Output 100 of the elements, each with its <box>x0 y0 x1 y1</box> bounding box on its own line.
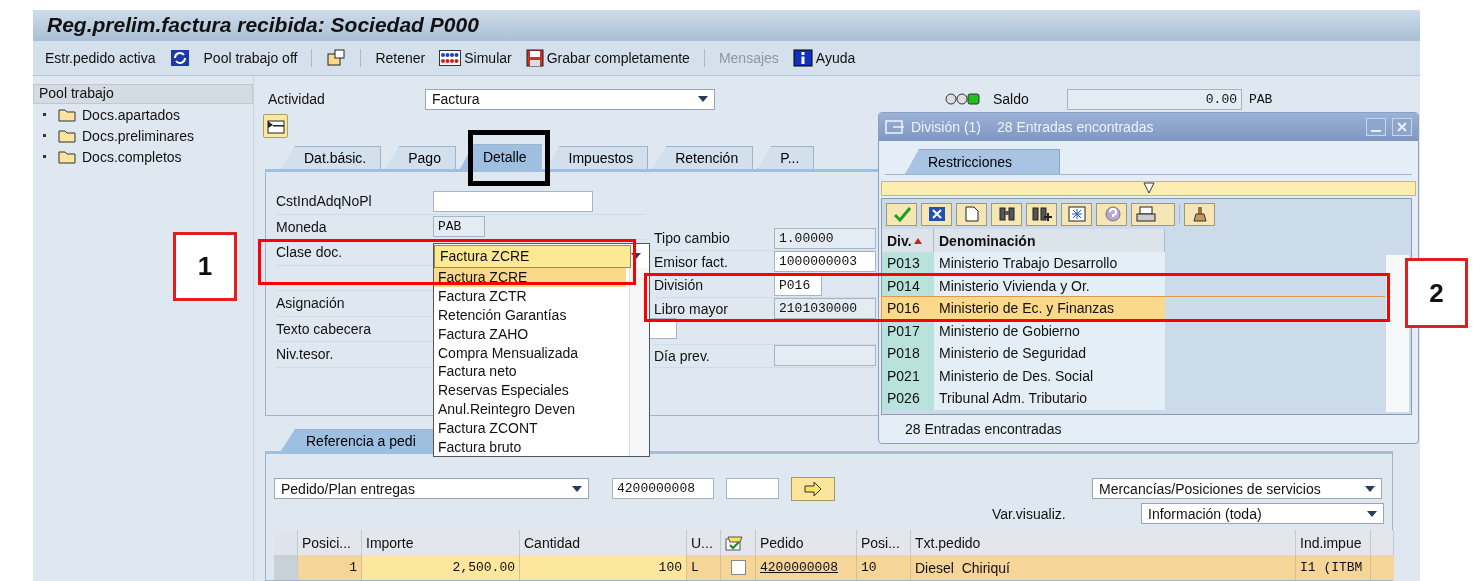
minimize-icon <box>1371 130 1381 132</box>
tab[interactable]: Pago <box>385 146 456 169</box>
close-icon <box>1397 122 1407 132</box>
column-header[interactable]: Posici... <box>298 530 362 555</box>
minimize-button[interactable] <box>1366 118 1386 136</box>
dropdown-option[interactable]: Factura neto <box>434 362 626 381</box>
tree-item[interactable]: Docs.completos <box>82 148 182 165</box>
dialog-subtitle: 28 Entradas encontradas <box>997 119 1154 135</box>
table-row[interactable]: 1 2,500.00 100 L 4200000008 10 Diesel Chiriquí I1 (ITBM <box>274 555 1394 580</box>
checklist-icon <box>725 534 743 551</box>
column-header[interactable]: Ind.impue <box>1296 530 1371 555</box>
window-title: Reg.prelim.factura recibida: Sociedad P000 <box>47 13 479 38</box>
dropdown-option[interactable]: Anul.Reintegro Deven <box>434 399 626 419</box>
field-label: Día prev. <box>654 347 711 364</box>
table-cell: Ministerio de Seguridad <box>934 342 1165 365</box>
new-page-button[interactable] <box>956 202 987 226</box>
column-header[interactable]: Pedido <box>756 530 857 555</box>
clear-button[interactable] <box>1184 202 1215 226</box>
toolbar-button[interactable]: Grabar completamente <box>525 49 690 68</box>
tab[interactable]: Retención <box>652 146 754 169</box>
sparkle-button[interactable] <box>1061 202 1092 226</box>
tab[interactable]: Detalle <box>459 144 542 169</box>
dropdown-option[interactable]: Retención Garantías <box>434 305 626 325</box>
dots-grid-icon <box>439 50 462 67</box>
input-field[interactable] <box>726 478 779 499</box>
layout-button[interactable] <box>263 114 288 138</box>
input-field[interactable] <box>433 190 593 212</box>
sparkle-page-icon <box>1067 206 1086 222</box>
column-header[interactable] <box>721 530 756 555</box>
view-type-select[interactable]: Mercancías/Posiciones de servicios <box>1092 478 1382 499</box>
folder-icon <box>58 149 76 164</box>
column-header[interactable]: Importe <box>362 530 520 555</box>
column-header[interactable]: U... <box>687 530 721 555</box>
column-header[interactable]: Denominación <box>934 229 1165 252</box>
field-label: Clase doc. <box>276 244 344 261</box>
toolbar-button[interactable]: Simular <box>439 50 512 67</box>
execute-button[interactable] <box>791 476 835 501</box>
list-row[interactable]: P018 Ministerio de Seguridad <box>882 342 1411 365</box>
dialog-title: División (1) <box>911 119 981 135</box>
table-cell: 2,500.00 <box>362 555 520 580</box>
currency-label: PAB <box>1249 91 1273 107</box>
caret-icon <box>572 485 582 492</box>
dialog-icon <box>885 120 905 134</box>
help-icon <box>1102 206 1121 222</box>
help-button[interactable] <box>1096 202 1127 226</box>
close-icon <box>927 206 946 222</box>
toolbar-button[interactable]: Estr.pedido activa <box>45 50 156 67</box>
dropdown-option[interactable]: Factura ZCTR <box>434 286 626 306</box>
reference-type-select[interactable]: Pedido/Plan entregas <box>274 478 589 499</box>
toolbar-button[interactable]: Ayuda <box>792 49 856 68</box>
table-cell: I1 (ITBM <box>1296 555 1371 580</box>
display-variant-select[interactable]: Información (toda) <box>1141 503 1384 524</box>
tab[interactable]: Restricciones <box>905 149 1060 174</box>
print-button[interactable] <box>1131 202 1175 226</box>
window-layout-icon <box>266 118 285 134</box>
list-row[interactable]: P021 Ministerio de Des. Social <box>882 364 1411 387</box>
list-row[interactable]: P026 Tribunal Adm. Tributario <box>882 387 1411 410</box>
table-cell: L <box>687 555 721 580</box>
input-field[interactable]: P016 <box>774 274 822 296</box>
find-button[interactable] <box>991 202 1022 226</box>
toolbar-icon-button[interactable] <box>326 49 347 68</box>
table-cell: P021 <box>882 364 934 387</box>
order-number-field[interactable]: 4200000008 <box>612 478 714 499</box>
field-label: Niv.tesor. <box>276 346 335 363</box>
folder-icon <box>58 107 76 122</box>
annotation-label: 1 <box>173 232 237 301</box>
toolbar-button[interactable]: Retener <box>375 50 426 67</box>
input-field[interactable]: 1000000003 <box>774 251 876 273</box>
dropdown-option[interactable]: Compra Mensualizada <box>434 343 626 362</box>
dropdown-option[interactable]: Factura ZAHO <box>434 324 626 344</box>
cancel-button[interactable] <box>921 202 952 226</box>
field-label: División <box>654 277 704 294</box>
dropdown-option[interactable]: Reservas Especiales <box>434 380 626 400</box>
column-header[interactable]: Div. <box>882 229 934 252</box>
bullet-icon <box>43 113 46 116</box>
activity-select[interactable]: Factura <box>425 88 715 110</box>
toolbar-icon-button[interactable] <box>169 49 190 68</box>
tab[interactable]: P... <box>757 146 815 169</box>
doc-class-combobox[interactable]: Factura ZCRE <box>434 244 631 268</box>
tab[interactable]: Dat.básic. <box>281 146 382 169</box>
toolbar-button[interactable]: Pool trabajo off <box>203 50 298 67</box>
column-header[interactable]: Txt.pedido <box>911 530 1296 555</box>
table-cell: P016 <box>882 297 934 320</box>
tree-item[interactable]: Docs.preliminares <box>82 127 195 144</box>
printer-icon <box>1136 206 1156 222</box>
find-next-button[interactable] <box>1026 202 1057 226</box>
bullet-icon <box>43 155 46 158</box>
status-text: 28 Entradas encontradas <box>904 420 1063 439</box>
info-icon <box>792 49 813 68</box>
column-header[interactable]: Cantidad <box>520 530 687 555</box>
field-label: Saldo <box>992 91 1030 107</box>
scrollbar[interactable] <box>629 268 649 456</box>
column-header[interactable]: Posi... <box>857 530 911 555</box>
checkbox[interactable] <box>730 560 746 575</box>
order-link[interactable]: 4200000008 <box>760 560 838 575</box>
close-button[interactable] <box>1392 118 1412 136</box>
field-label: Texto cabecera <box>276 320 372 337</box>
table-cell: Ministerio Trabajo Desarrollo <box>934 252 1165 275</box>
tree-item[interactable]: Docs.apartados <box>82 106 181 123</box>
annotation-label: 2 <box>1405 258 1468 328</box>
